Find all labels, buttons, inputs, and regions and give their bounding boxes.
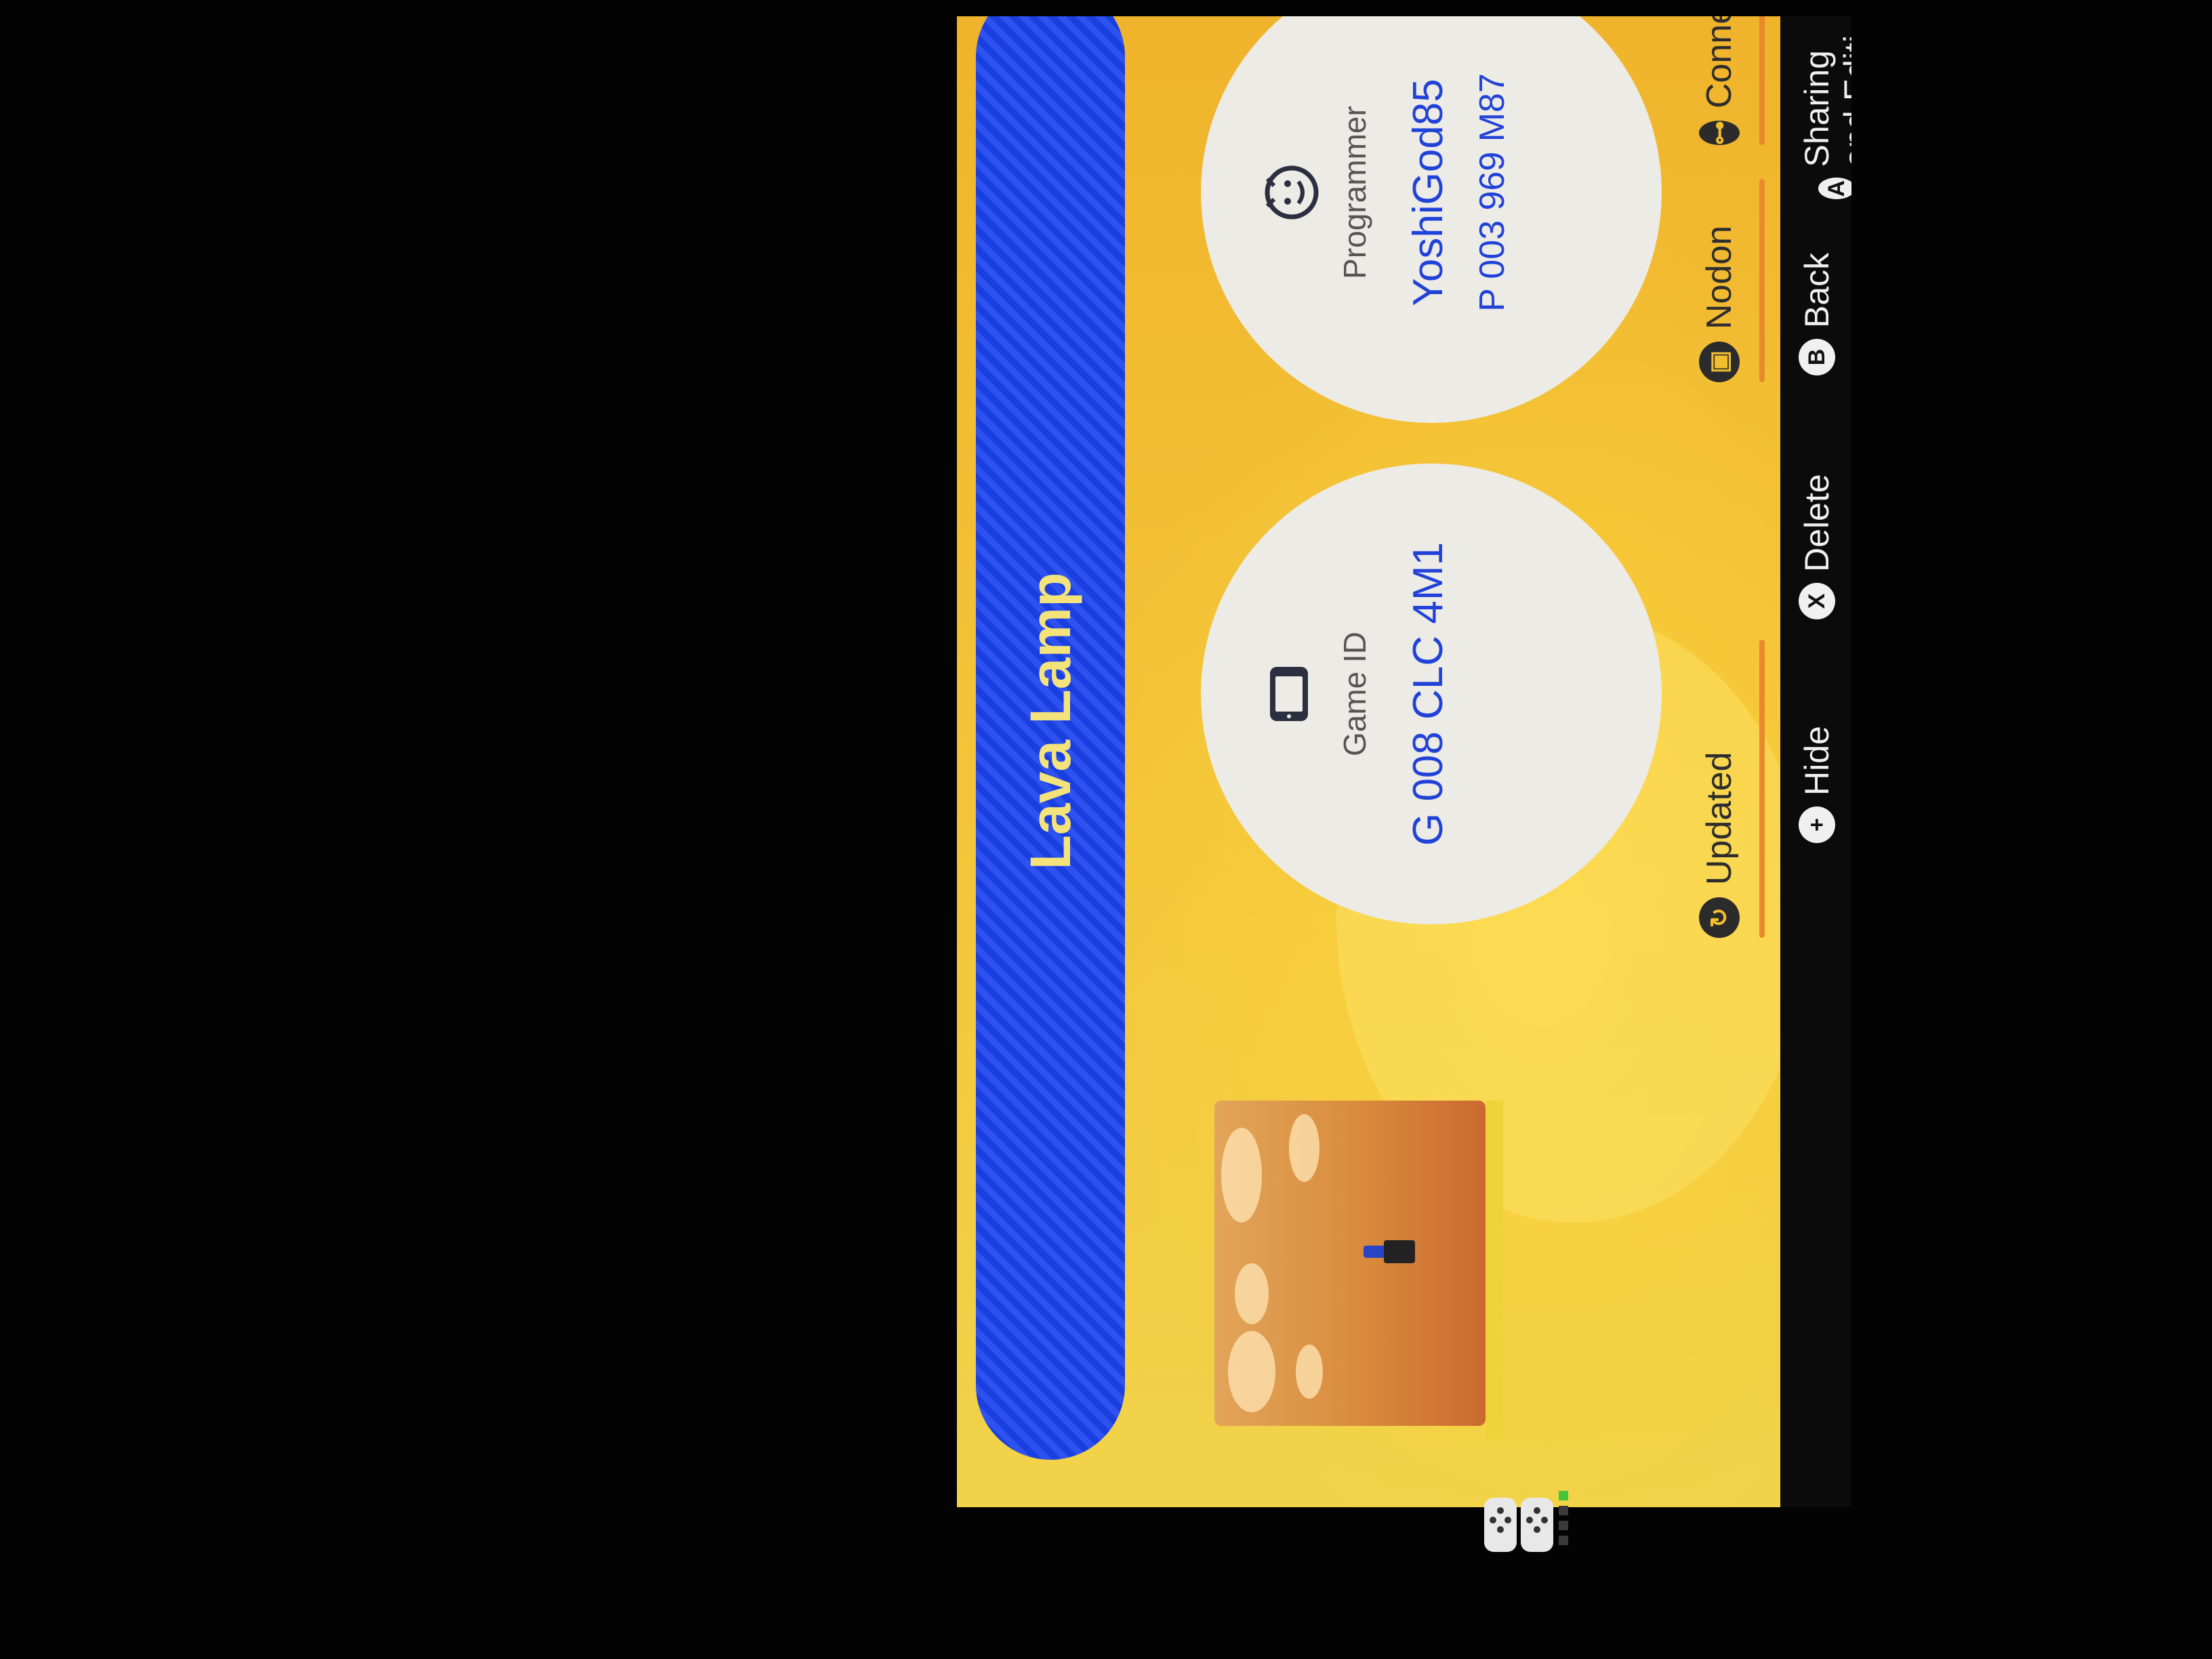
joy-con-controller-icon <box>1484 1498 1559 1552</box>
hide-label: Hide <box>1798 726 1836 796</box>
player-indicator-led <box>1559 1536 1568 1545</box>
game-id-card: Game ID G 008 CLC 4M1 <box>1201 464 1662 924</box>
programmer-name[interactable]: YoshiGod85 <box>1404 16 1452 423</box>
tab-connections-label: Connections <box>1699 16 1740 108</box>
tv-screen: Lava Lamp Game ID G 008 CLC 4M1 Programm… <box>957 16 1851 1507</box>
refresh-icon: ↻ <box>1699 897 1740 938</box>
thumbnail-cloud <box>1289 1114 1319 1182</box>
smiley-face-icon <box>1265 165 1319 220</box>
thumbnail-cloud <box>1235 1263 1269 1324</box>
thumbnail-cloud <box>1296 1345 1323 1399</box>
tab-nodon[interactable]: ▣ Nodon <box>1689 179 1765 382</box>
programmer-label: Programmer <box>1337 106 1372 279</box>
game-id-label: Game ID <box>1337 631 1372 757</box>
thumbnail-frame <box>1486 1101 1503 1439</box>
delete-button[interactable]: X Delete <box>1797 474 1837 619</box>
back-label: Back <box>1798 252 1836 328</box>
joycon-button <box>1490 1517 1496 1523</box>
tab-nodon-label: Nodon <box>1700 225 1739 329</box>
tab-updated-label: Updated <box>1700 752 1739 885</box>
plus-button-icon: + <box>1799 806 1835 843</box>
title-bar: Lava Lamp <box>976 16 1125 1460</box>
joycon-button <box>1497 1526 1504 1533</box>
tab-connections[interactable]: ⊶ Connections <box>1689 16 1765 145</box>
programmer-card: Programmer YoshiGod85 P 003 969 M87 <box>1201 16 1662 423</box>
joycon-button <box>1534 1526 1540 1533</box>
joycon-button <box>1526 1517 1533 1523</box>
thumbnail-cloud <box>1228 1331 1275 1412</box>
back-button[interactable]: B Back <box>1797 253 1837 375</box>
joycon-button <box>1541 1517 1548 1523</box>
handheld-console-icon <box>1270 667 1308 721</box>
hide-button[interactable]: + Hide <box>1797 726 1837 843</box>
joycon-button <box>1504 1517 1511 1523</box>
tab-underline <box>1759 640 1765 938</box>
sharing-label: Sharing and Editi <box>1798 35 1851 167</box>
tab-underline <box>1759 179 1765 382</box>
game-id-value: G 008 CLC 4M1 <box>1405 542 1452 846</box>
programmer-id: P 003 969 M87 <box>1473 73 1512 312</box>
player-indicator-led <box>1559 1506 1568 1515</box>
sharing-and-editing-button[interactable]: A Sharing and Editi <box>1797 16 1851 199</box>
game-thumbnail[interactable] <box>1214 1101 1486 1426</box>
photo-scene: Lava Lamp Game ID G 008 CLC 4M1 Programm… <box>0 0 2212 1659</box>
nodon-icon: ▣ <box>1699 342 1740 382</box>
thumbnail-lamp <box>1384 1240 1415 1263</box>
joycon-button <box>1497 1507 1504 1514</box>
thumbnail-character <box>1364 1246 1387 1258</box>
button-hint-bar: + Hide X Delete B Back A Sharing and Edi… <box>1780 16 1851 1507</box>
tab-updated[interactable]: ↻ Updated <box>1689 640 1765 938</box>
tab-underline <box>1759 16 1765 145</box>
delete-label: Delete <box>1798 474 1836 572</box>
tab-bar: ↻ Updated ▣ Nodon ⊶ Connections <box>1675 16 1777 1507</box>
player-indicator-led <box>1559 1521 1568 1530</box>
player-indicator-led <box>1559 1491 1568 1500</box>
connections-icon: ⊶ <box>1699 121 1740 145</box>
a-button-icon: A <box>1818 178 1851 199</box>
b-button-icon: B <box>1799 339 1835 375</box>
game-title: Lava Lamp <box>1018 572 1082 870</box>
game-detail-panel: Lava Lamp Game ID G 008 CLC 4M1 Programm… <box>957 16 1811 1507</box>
left-joycon-icon <box>1484 1498 1517 1552</box>
right-joycon-icon <box>1521 1498 1553 1552</box>
x-button-icon: X <box>1799 583 1835 619</box>
thumbnail-cloud <box>1221 1128 1262 1223</box>
joycon-button <box>1534 1507 1540 1514</box>
player-indicator <box>1559 1491 1572 1552</box>
